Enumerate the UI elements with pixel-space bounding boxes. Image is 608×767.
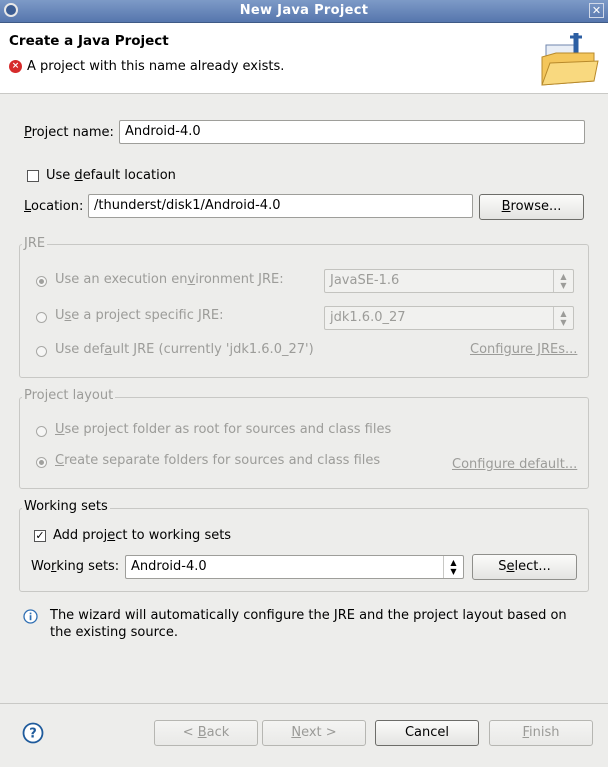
jre-project-specific-label: Use a project specific JRE: <box>55 308 224 323</box>
svg-text:?: ? <box>29 727 37 742</box>
window-titlebar: New Java Project ✕ <box>0 0 608 23</box>
layout-root-label: Use project folder as root for sources a… <box>55 422 392 437</box>
info-icon <box>23 609 38 624</box>
jre-default-label: Use default JRE (currently 'jdk1.6.0_27'… <box>55 342 314 357</box>
chevron-updown-icon: ▲ ▼ <box>553 307 573 329</box>
location-input[interactable]: /thunderst/disk1/Android-4.0 <box>88 194 473 218</box>
cancel-button[interactable]: Cancel <box>375 720 479 746</box>
info-message-line1: The wizard will automatically configure … <box>50 608 567 623</box>
info-message-line2: the existing source. <box>50 625 178 640</box>
browse-button[interactable]: Browse... <box>479 194 584 220</box>
working-sets-value: Android-4.0 <box>131 559 207 574</box>
working-sets-label: Working sets: <box>31 559 120 574</box>
footer-separator <box>0 703 608 704</box>
window-title: New Java Project <box>239 3 369 18</box>
use-default-location-checkbox[interactable] <box>27 170 39 182</box>
project-layout-group <box>19 397 589 489</box>
configure-default-link[interactable]: Configure default... <box>452 457 577 472</box>
java-project-wizard-icon <box>541 33 599 86</box>
jre-project-specific-radio[interactable] <box>36 312 47 323</box>
project-name-input[interactable]: Android-4.0 <box>119 120 585 144</box>
help-icon[interactable]: ? <box>22 722 44 744</box>
add-to-working-sets-checkbox[interactable]: ✓ <box>34 530 46 542</box>
layout-separate-radio[interactable] <box>36 457 47 468</box>
error-message: A project with this name already exists. <box>27 59 285 74</box>
error-icon: × <box>9 60 22 73</box>
project-layout-group-label: Project layout <box>22 388 116 403</box>
wizard-header: Create a Java Project × A project with t… <box>0 23 608 94</box>
working-sets-select[interactable]: Android-4.0 ▲ ▼ <box>125 555 464 579</box>
jre-default-radio[interactable] <box>36 346 47 357</box>
project-specific-jre-select[interactable]: jdk1.6.0_27 ▲ ▼ <box>324 306 574 330</box>
close-icon[interactable]: ✕ <box>589 3 604 18</box>
jre-group-label: JRE <box>22 236 48 251</box>
execution-env-value: JavaSE-1.6 <box>330 273 400 288</box>
project-specific-jre-value: jdk1.6.0_27 <box>330 310 406 325</box>
layout-root-radio[interactable] <box>36 426 47 437</box>
layout-separate-label: Create separate folders for sources and … <box>55 453 381 468</box>
back-button[interactable]: < Back <box>154 720 258 746</box>
finish-button[interactable]: Finish <box>489 720 593 746</box>
execution-env-select[interactable]: JavaSE-1.6 ▲ ▼ <box>324 269 574 293</box>
select-working-sets-button[interactable]: Select... <box>472 554 577 580</box>
project-name-label: Project name: <box>24 125 114 140</box>
chevron-updown-icon: ▲ ▼ <box>553 270 573 292</box>
chevron-updown-icon: ▲ ▼ <box>443 556 463 578</box>
jre-execution-env-label: Use an execution environment JRE: <box>55 272 284 287</box>
location-label: Location: <box>24 199 84 214</box>
working-sets-group-label: Working sets <box>22 499 110 514</box>
add-to-working-sets-label: Add project to working sets <box>53 528 232 543</box>
page-title: Create a Java Project <box>9 33 169 49</box>
use-default-location-label: Use default location <box>46 168 176 183</box>
configure-jres-link[interactable]: Configure JREs... <box>470 342 577 357</box>
next-button[interactable]: Next > <box>262 720 366 746</box>
jre-execution-env-radio[interactable] <box>36 276 47 287</box>
